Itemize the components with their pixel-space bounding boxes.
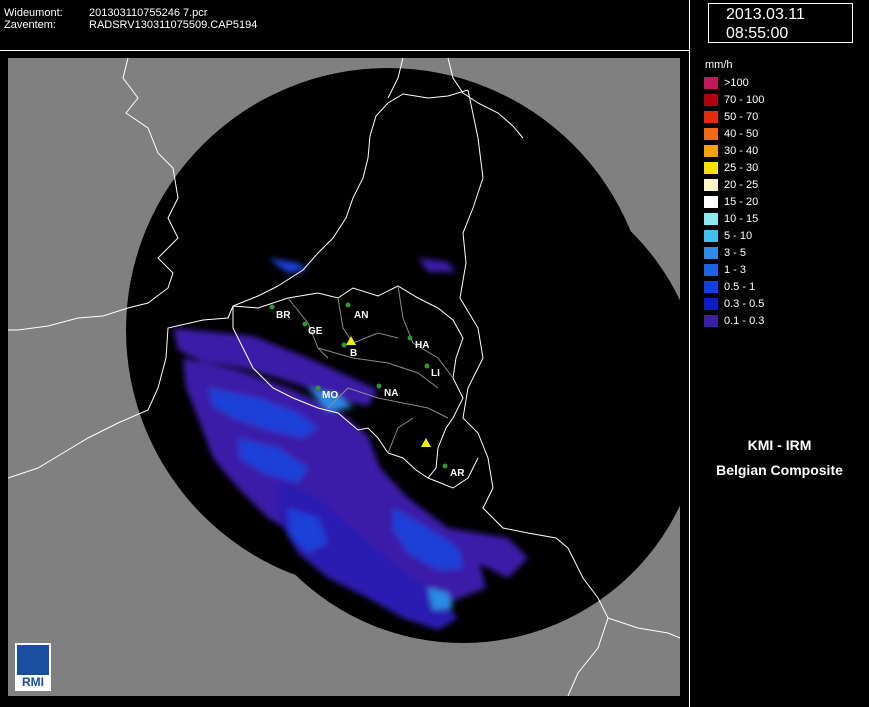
legend-label: 30 - 40 [724,144,759,157]
legend-swatch [704,178,718,191]
city-label-na: NA [384,388,398,399]
date-text: 2013.03.11 [726,6,805,23]
legend-item: 25 - 30 [704,159,764,176]
org-name: KMI - IRM [747,437,812,453]
time-text: 08:55:00 [726,25,789,42]
legend-item: 1 - 3 [704,261,764,278]
radar-map: BR GE AN B HA LI MO NA AR RMI [8,58,680,696]
legend-label: >100 [724,76,749,89]
city-dot-ge [302,321,308,327]
product-name: Belgian Composite [716,462,843,478]
legend-item: 0.5 - 1 [704,278,764,295]
city-dot-ar [442,463,448,469]
legend-item: 5 - 10 [704,227,764,244]
city-dot-an [345,302,351,308]
city-label-ge: GE [308,326,323,337]
city-dot-li [424,363,430,369]
wideumont-file: 201303110755246 7.pcr [89,7,208,19]
city-label-ar: AR [450,468,465,479]
legend-swatch [704,93,718,106]
legend-label: 50 - 70 [724,110,759,123]
legend-item: 30 - 40 [704,142,764,159]
legend-label: 3 - 5 [724,246,747,259]
rmi-logo-mark [17,645,49,675]
legend-swatch [704,229,718,242]
legend-swatch [704,195,718,208]
legend-label: 10 - 15 [724,212,759,225]
legend-swatch [704,246,718,259]
legend-item: 15 - 20 [704,193,764,210]
legend-label: 0.1 - 0.3 [724,314,765,327]
legend-unit: mm/h [705,59,733,71]
city-label-li: LI [431,368,440,379]
legend-item: 50 - 70 [704,108,764,125]
city-label-b: B [350,348,357,359]
legend-swatch [704,76,718,89]
zaventem-file: RADSRV130311075509.CAP5194 [89,19,258,31]
legend-item: 70 - 100 [704,91,764,108]
legend-swatch [704,161,718,174]
city-label-mo: MO [322,390,338,401]
legend-swatch [704,212,718,225]
legend-swatch [704,110,718,123]
legend-item: 10 - 15 [704,210,764,227]
legend-label: 20 - 25 [724,178,759,191]
header-info: Wideumont: 201303110755246 7.pcr Zaventem… [4,7,257,31]
legend-swatch [704,297,718,310]
legend-swatch [704,263,718,276]
legend-label: 25 - 30 [724,161,759,174]
legend-item: 3 - 5 [704,244,764,261]
legend-swatch [704,127,718,140]
legend-swatch [704,144,718,157]
legend-item: 20 - 25 [704,176,764,193]
legend-swatch [704,280,718,293]
city-label-ha: HA [415,340,429,351]
legend-item: 0.3 - 0.5 [704,295,764,312]
legend-label: 1 - 3 [724,263,747,276]
rmi-logo: RMI [15,643,51,691]
rmi-logo-text: RMI [22,675,44,689]
radar-map-svg: BR GE AN B HA LI MO NA AR [8,58,680,696]
datetime-box: 2013.03.11 08:55:00 [708,3,853,43]
legend-item: 0.1 - 0.3 [704,312,764,329]
legend-label: 15 - 20 [724,195,759,208]
legend-label: 0.5 - 1 [724,280,756,293]
legend-swatch [704,314,718,327]
city-dot-mo [315,385,321,391]
header-divider [0,50,690,51]
city-dot-b [341,342,347,348]
city-label-br: BR [276,310,291,321]
legend-item: 40 - 50 [704,125,764,142]
legend-label: 0.3 - 0.5 [724,297,765,310]
legend-label: 70 - 100 [724,93,765,106]
zaventem-label: Zaventem: [4,19,56,31]
sidebar-divider [689,0,690,707]
precipitation-legend: >100 70 - 100 50 - 70 40 - 50 30 - 40 25… [704,74,764,329]
city-label-an: AN [354,310,368,321]
city-dot-na [376,383,382,389]
city-dot-br [269,304,275,310]
legend-label: 40 - 50 [724,127,759,140]
legend-label: 5 - 10 [724,229,753,242]
legend-item: >100 [704,74,764,91]
city-dot-ha [407,335,413,341]
wideumont-label: Wideumont: [4,7,63,19]
